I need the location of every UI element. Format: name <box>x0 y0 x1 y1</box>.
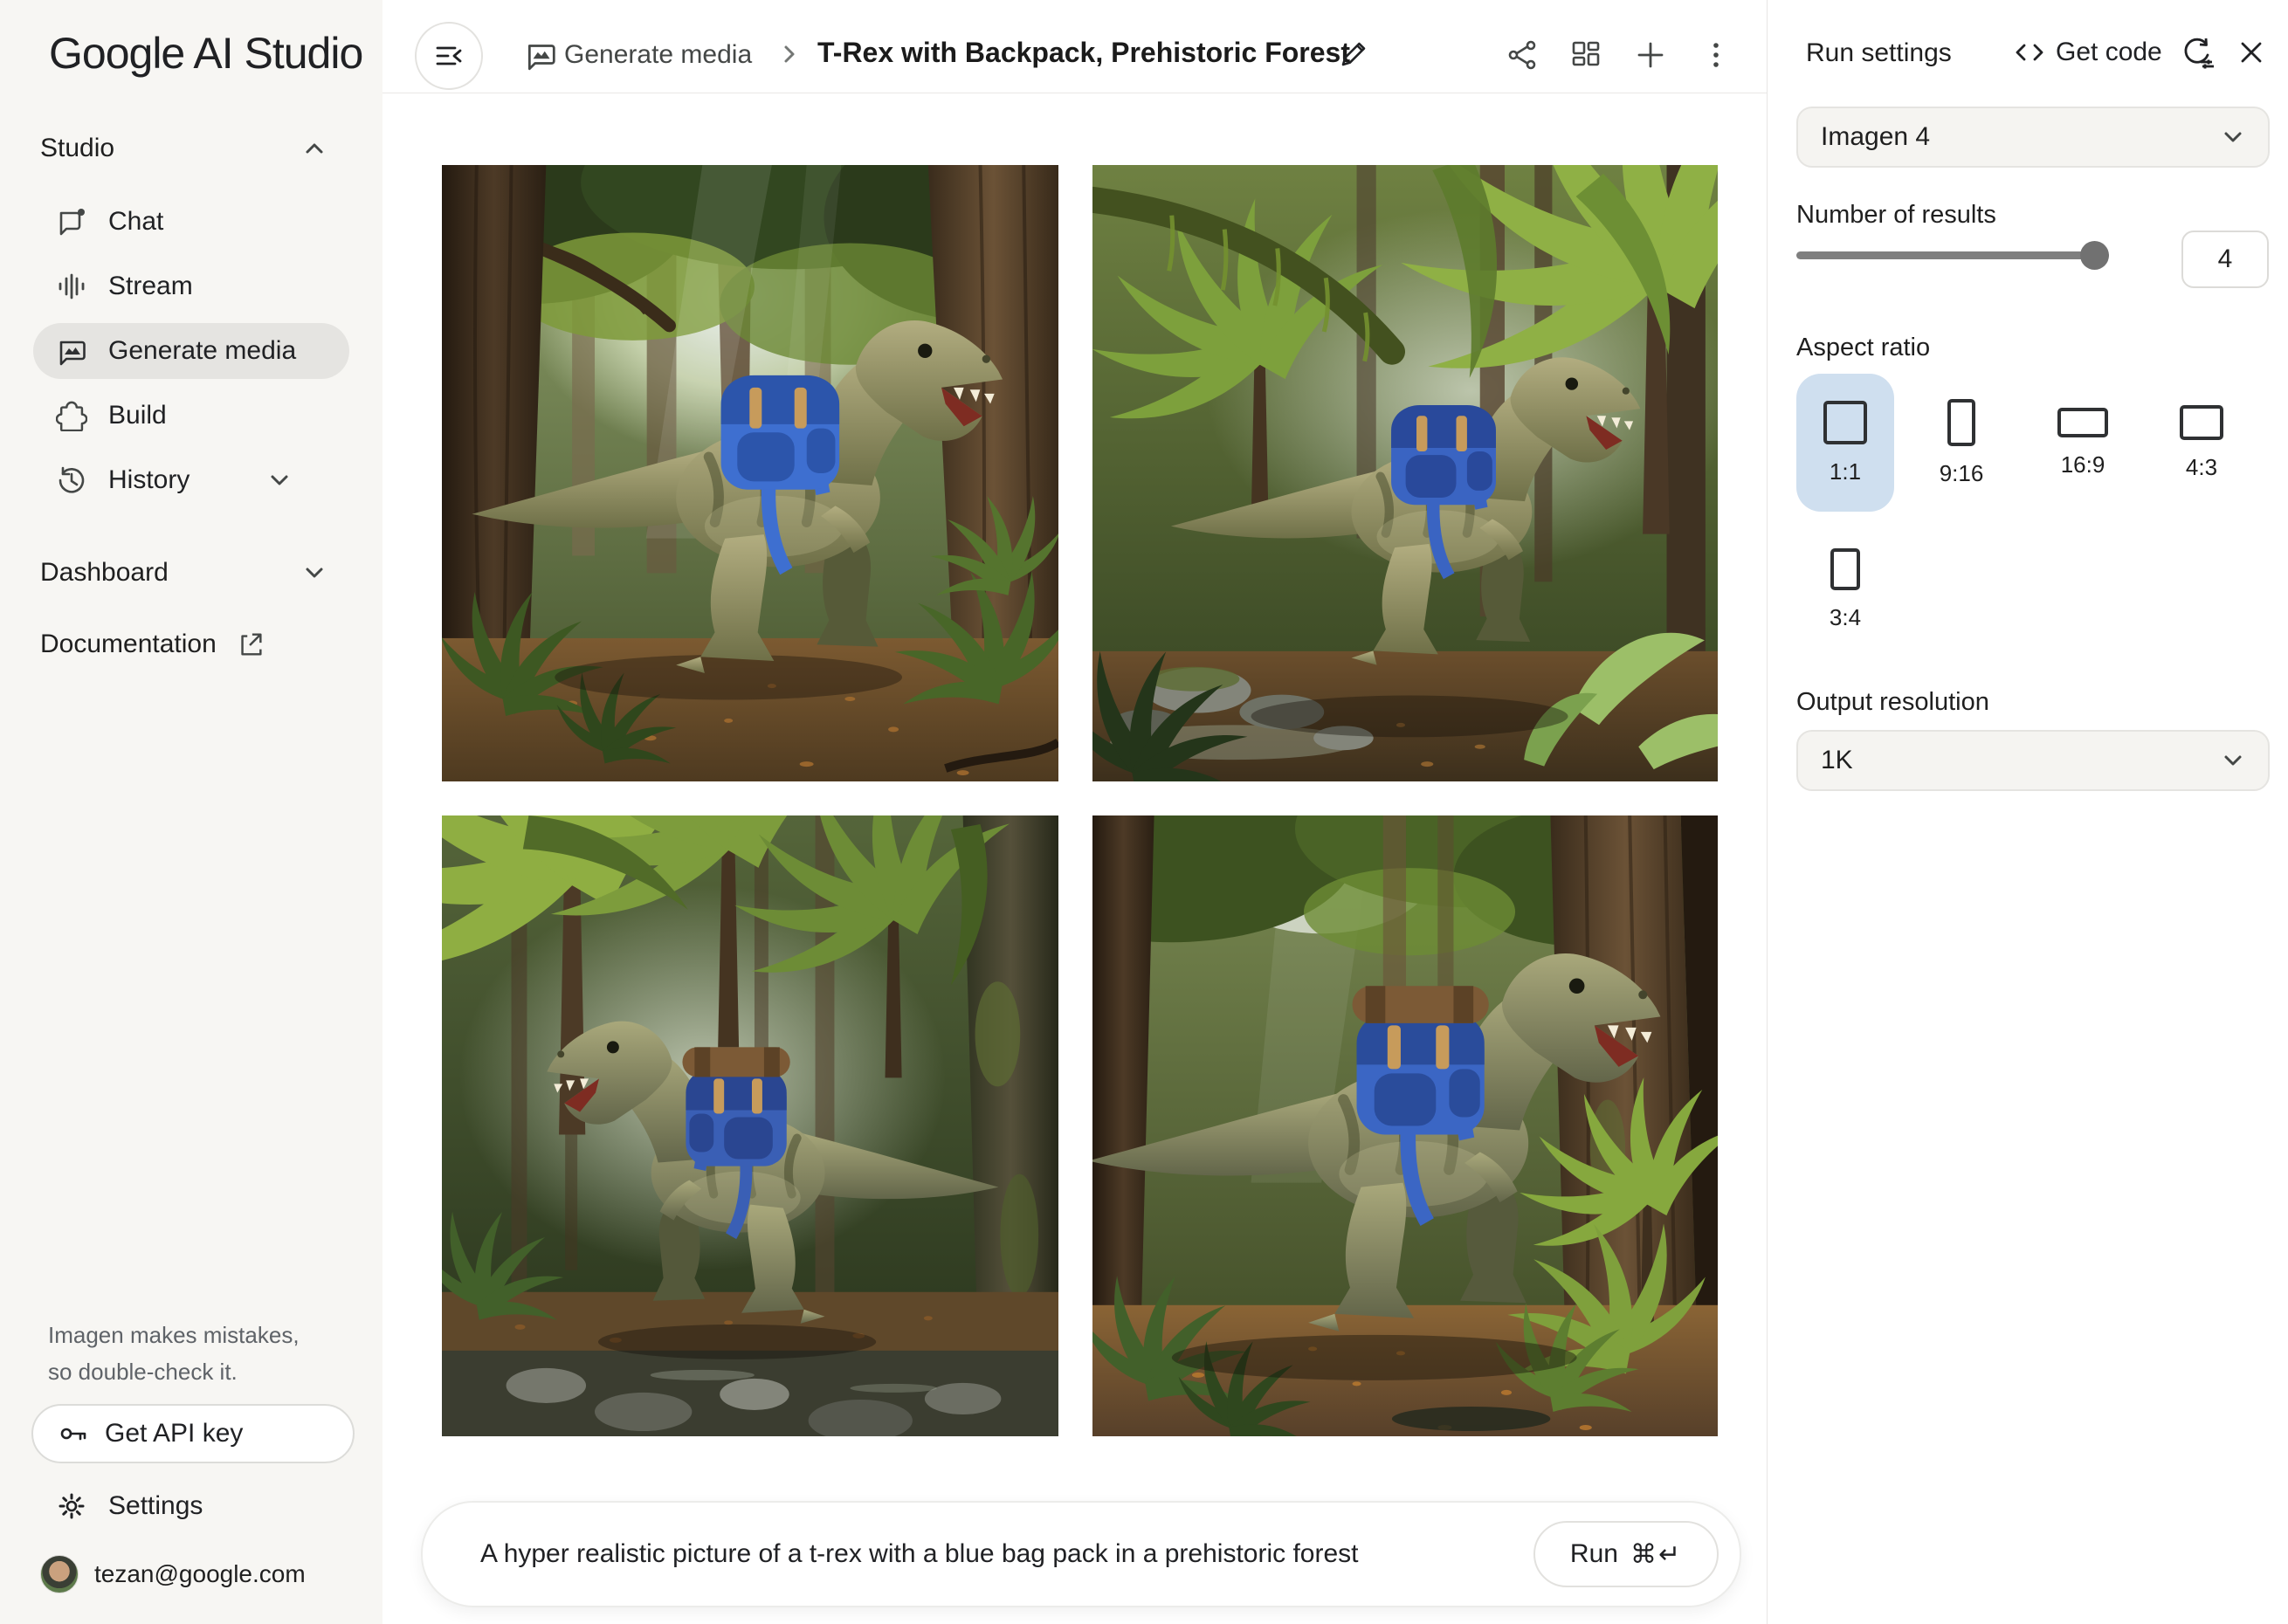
output-resolution-select[interactable]: 1K <box>1796 730 2270 791</box>
sidebar-item-stream[interactable]: Stream <box>33 258 349 314</box>
disclaimer-text: Imagen makes mistakes, so double-check i… <box>48 1317 310 1390</box>
page-title: T-Rex with Backpack, Prehistoric Forest <box>817 37 1350 69</box>
sidebar-section-studio[interactable]: Studio <box>0 120 382 176</box>
chat-icon <box>56 206 87 237</box>
sidebar-section-dashboard[interactable]: Dashboard <box>0 545 382 601</box>
more-options-button[interactable] <box>1699 38 1733 72</box>
sidebar-item-build[interactable]: Build <box>33 388 349 444</box>
aspect-ratio-3-4[interactable]: 3:4 <box>1796 520 1894 658</box>
chevron-down-icon <box>2217 745 2249 776</box>
share-button[interactable] <box>1506 38 1539 72</box>
square-ratio-icon <box>1823 401 1867 444</box>
key-icon <box>58 1418 89 1449</box>
chevron-up-icon <box>299 133 330 164</box>
account-email: tezan@google.com <box>94 1560 306 1588</box>
history-icon <box>56 464 87 496</box>
aspect-ratio-1-1[interactable]: 1:1 <box>1796 374 1894 512</box>
get-code-button[interactable]: Get code <box>2012 35 2162 70</box>
generated-image-3[interactable] <box>442 815 1058 1436</box>
get-api-key-button[interactable]: Get API key <box>31 1404 355 1463</box>
aspect-ratio-9-16[interactable]: 9:16 <box>1912 374 2010 512</box>
sidebar: Google AI Studio Studio Chat Stream Gene… <box>0 0 382 1624</box>
settings-button[interactable]: Settings <box>33 1479 349 1533</box>
sidebar-item-documentation[interactable]: Documentation <box>0 616 382 672</box>
account-menu[interactable]: tezan@google.com <box>33 1544 365 1605</box>
generated-image-2[interactable] <box>1092 165 1718 781</box>
gear-icon <box>56 1490 87 1522</box>
grid-view-button[interactable] <box>1569 38 1602 72</box>
landscape-ratio-icon <box>2180 405 2223 440</box>
close-panel-button[interactable] <box>2234 35 2269 70</box>
sidebar-item-history[interactable]: History <box>33 452 349 508</box>
generated-image-1-art <box>442 165 1058 781</box>
number-of-results-slider[interactable] <box>1796 251 2109 259</box>
chevron-down-icon <box>2217 121 2249 153</box>
model-select[interactable]: Imagen 4 <box>1796 107 2270 168</box>
generated-image-3-art <box>442 815 1058 1436</box>
external-link-icon <box>236 630 265 659</box>
breadcrumb[interactable]: Generate media <box>564 40 752 70</box>
number-of-results-slider-knob[interactable] <box>2080 241 2109 270</box>
generated-image-4-art <box>1092 815 1718 1436</box>
chevron-down-icon <box>299 557 330 588</box>
aspect-ratio-16-9[interactable]: 16:9 <box>2034 374 2132 512</box>
portrait-ratio-icon <box>1947 399 1975 446</box>
collapse-sidebar-icon <box>432 39 465 72</box>
run-settings-title: Run settings <box>1806 38 1952 68</box>
wide-ratio-icon <box>2057 408 2108 437</box>
aspect-ratio-4-3[interactable]: 4:3 <box>2153 374 2250 512</box>
panel-divider <box>1767 0 1768 1624</box>
avatar <box>40 1555 79 1593</box>
number-of-results-input[interactable]: 4 <box>2181 231 2269 288</box>
build-icon <box>56 400 87 431</box>
prompt-input[interactable]: A hyper realistic picture of a t-rex wit… <box>480 1539 1533 1569</box>
generate-media-icon <box>56 335 87 367</box>
prompt-bar: A hyper realistic picture of a t-rex wit… <box>421 1501 1741 1607</box>
chevron-down-icon <box>264 464 295 496</box>
reset-settings-button[interactable] <box>2180 35 2216 72</box>
output-resolution-label: Output resolution <box>1796 688 1989 717</box>
generated-image-1[interactable] <box>442 165 1058 781</box>
sidebar-item-generate-media[interactable]: Generate media <box>33 323 349 379</box>
collapse-sidebar-button[interactable] <box>415 22 483 90</box>
generated-image-2-art <box>1092 165 1718 781</box>
breadcrumb-chevron-icon <box>774 38 805 70</box>
sidebar-item-chat[interactable]: Chat <box>33 194 349 250</box>
app-logo[interactable]: Google AI Studio <box>49 28 362 79</box>
stream-icon <box>56 271 87 302</box>
generated-image-4[interactable] <box>1092 815 1718 1436</box>
google-ai-studio-app: Google AI Studio Studio Chat Stream Gene… <box>0 0 2288 1624</box>
edit-title-button[interactable] <box>1336 37 1371 72</box>
run-button[interactable]: Run ⌘↵ <box>1533 1521 1719 1587</box>
generate-media-icon <box>524 38 557 72</box>
new-item-button[interactable] <box>1634 38 1667 72</box>
tall-ratio-icon <box>1830 548 1860 590</box>
number-of-results-label: Number of results <box>1796 201 1996 230</box>
run-shortcut: ⌘↵ <box>1630 1539 1682 1570</box>
aspect-ratio-label: Aspect ratio <box>1796 334 1930 362</box>
code-icon <box>2012 35 2047 70</box>
